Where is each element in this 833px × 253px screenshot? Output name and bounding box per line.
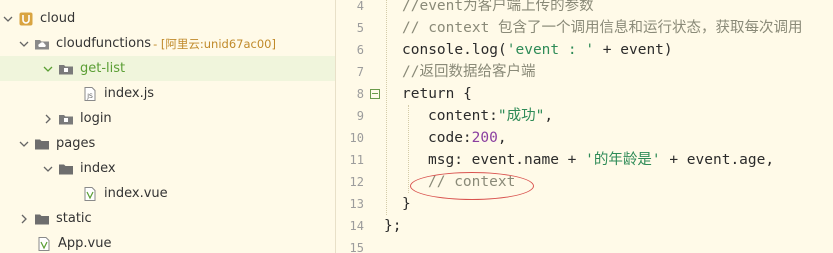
tree-item-label: App.vue (58, 236, 112, 251)
code-line: code:200, (428, 127, 507, 149)
cloud-provider-tag: - [阿里云:unid67ac00] (153, 36, 276, 51)
tree-item-label: login (80, 111, 112, 126)
chevron-down-icon[interactable] (18, 38, 30, 50)
tree-item-label: cloudfunctions (56, 36, 152, 51)
code-line: content:"成功", (428, 105, 553, 127)
annotation-circle (410, 172, 534, 200)
fold-toggle-icon[interactable] (370, 89, 380, 99)
chevron-right-icon[interactable] (42, 113, 54, 125)
code-line: } (402, 196, 411, 212)
code-line-comment: //event为客户端上传的参数 (402, 0, 594, 14)
string-literal: 'event : ' (506, 42, 595, 58)
code-line: msg: event.name + '的年龄是' + event.age, (428, 149, 774, 171)
number-literal: 200 (471, 130, 498, 146)
code-line: console.log('event : ' + event) (402, 39, 673, 61)
line-number: 14 (349, 219, 364, 233)
code-line: }; (384, 218, 402, 234)
tree-item-label: index (80, 161, 116, 176)
tree-item-label: static (56, 211, 92, 226)
code-token: content: (428, 108, 498, 124)
project-explorer: cloud cloudfunctions - [阿里云:unid67ac00] … (0, 0, 335, 253)
code-line-return: return { (402, 86, 472, 102)
tree-item-label: get-list (80, 61, 126, 76)
indent-guide (386, 0, 387, 215)
tree-item-index-vue[interactable]: index.vue (0, 181, 335, 206)
cloud-folder-icon (34, 36, 50, 52)
code-token: + event.age, (660, 152, 775, 168)
code-token: code: (428, 130, 472, 146)
vue-file-icon (36, 236, 52, 252)
folder-icon (58, 161, 74, 177)
code-token: + event) (594, 42, 673, 58)
line-number: 4 (356, 0, 364, 13)
line-number-gutter: 4 5 6 7 8 9 10 11 12 13 14 15 (336, 0, 380, 253)
chevron-right-icon[interactable] (18, 213, 30, 225)
folder-icon (34, 211, 50, 227)
chevron-down-icon[interactable] (42, 63, 54, 75)
line-number: 6 (356, 43, 364, 57)
tree-item-cloud[interactable]: cloud (0, 6, 335, 31)
code-token: , (497, 130, 507, 146)
tree-item-index-folder[interactable]: index (0, 156, 335, 181)
tree-item-login[interactable]: login (0, 106, 335, 131)
project-icon (18, 11, 34, 27)
folder-icon (34, 136, 50, 152)
tree-item-get-list[interactable]: get-list (0, 56, 335, 81)
line-number: 5 (356, 21, 364, 35)
tree-item-static[interactable]: static (0, 206, 335, 231)
tree-item-cloudfunctions[interactable]: cloudfunctions - [阿里云:unid67ac00] (0, 31, 335, 56)
line-number: 15 (349, 241, 364, 253)
code-token: msg: event.name + (428, 152, 586, 168)
js-file-icon: JS (82, 86, 98, 102)
code-line-comment: // context 包含了一个调用信息和运行状态，获取每次调用 (402, 20, 803, 36)
tree-item-label: index.vue (104, 186, 168, 201)
chevron-down-icon[interactable] (18, 138, 30, 150)
chevron-down-icon[interactable] (42, 163, 54, 175)
code-editor[interactable]: 4 5 6 7 8 9 10 11 12 13 14 15 //event为客户… (336, 0, 833, 253)
line-number: 8 (356, 87, 364, 101)
vue-file-icon (82, 186, 98, 202)
line-number: 10 (349, 131, 364, 145)
string-literal: '的年龄是' (585, 152, 661, 168)
code-token: console.log( (402, 42, 507, 58)
code-line-comment: //返回数据给客户端 (402, 64, 536, 80)
code-token: , (544, 108, 554, 124)
cloud-function-folder-icon (58, 61, 74, 77)
tree-item-label: cloud (40, 11, 76, 26)
line-number: 9 (356, 109, 364, 123)
tree-item-index-js[interactable]: JS index.js (0, 81, 335, 106)
indent-guide (408, 105, 409, 193)
line-number: 12 (349, 175, 364, 189)
string-literal: "成功" (497, 108, 545, 124)
tree-item-label: index.js (104, 86, 155, 101)
chevron-down-icon[interactable] (2, 13, 14, 25)
line-number: 13 (349, 197, 364, 211)
line-number: 7 (356, 65, 364, 79)
tree-item-pages[interactable]: pages (0, 131, 335, 156)
svg-text:JS: JS (86, 93, 93, 100)
tree-item-label: pages (56, 136, 96, 151)
line-number: 11 (349, 153, 364, 167)
cloud-function-folder-icon (58, 111, 74, 127)
tree-item-app-vue[interactable]: App.vue (0, 231, 335, 253)
